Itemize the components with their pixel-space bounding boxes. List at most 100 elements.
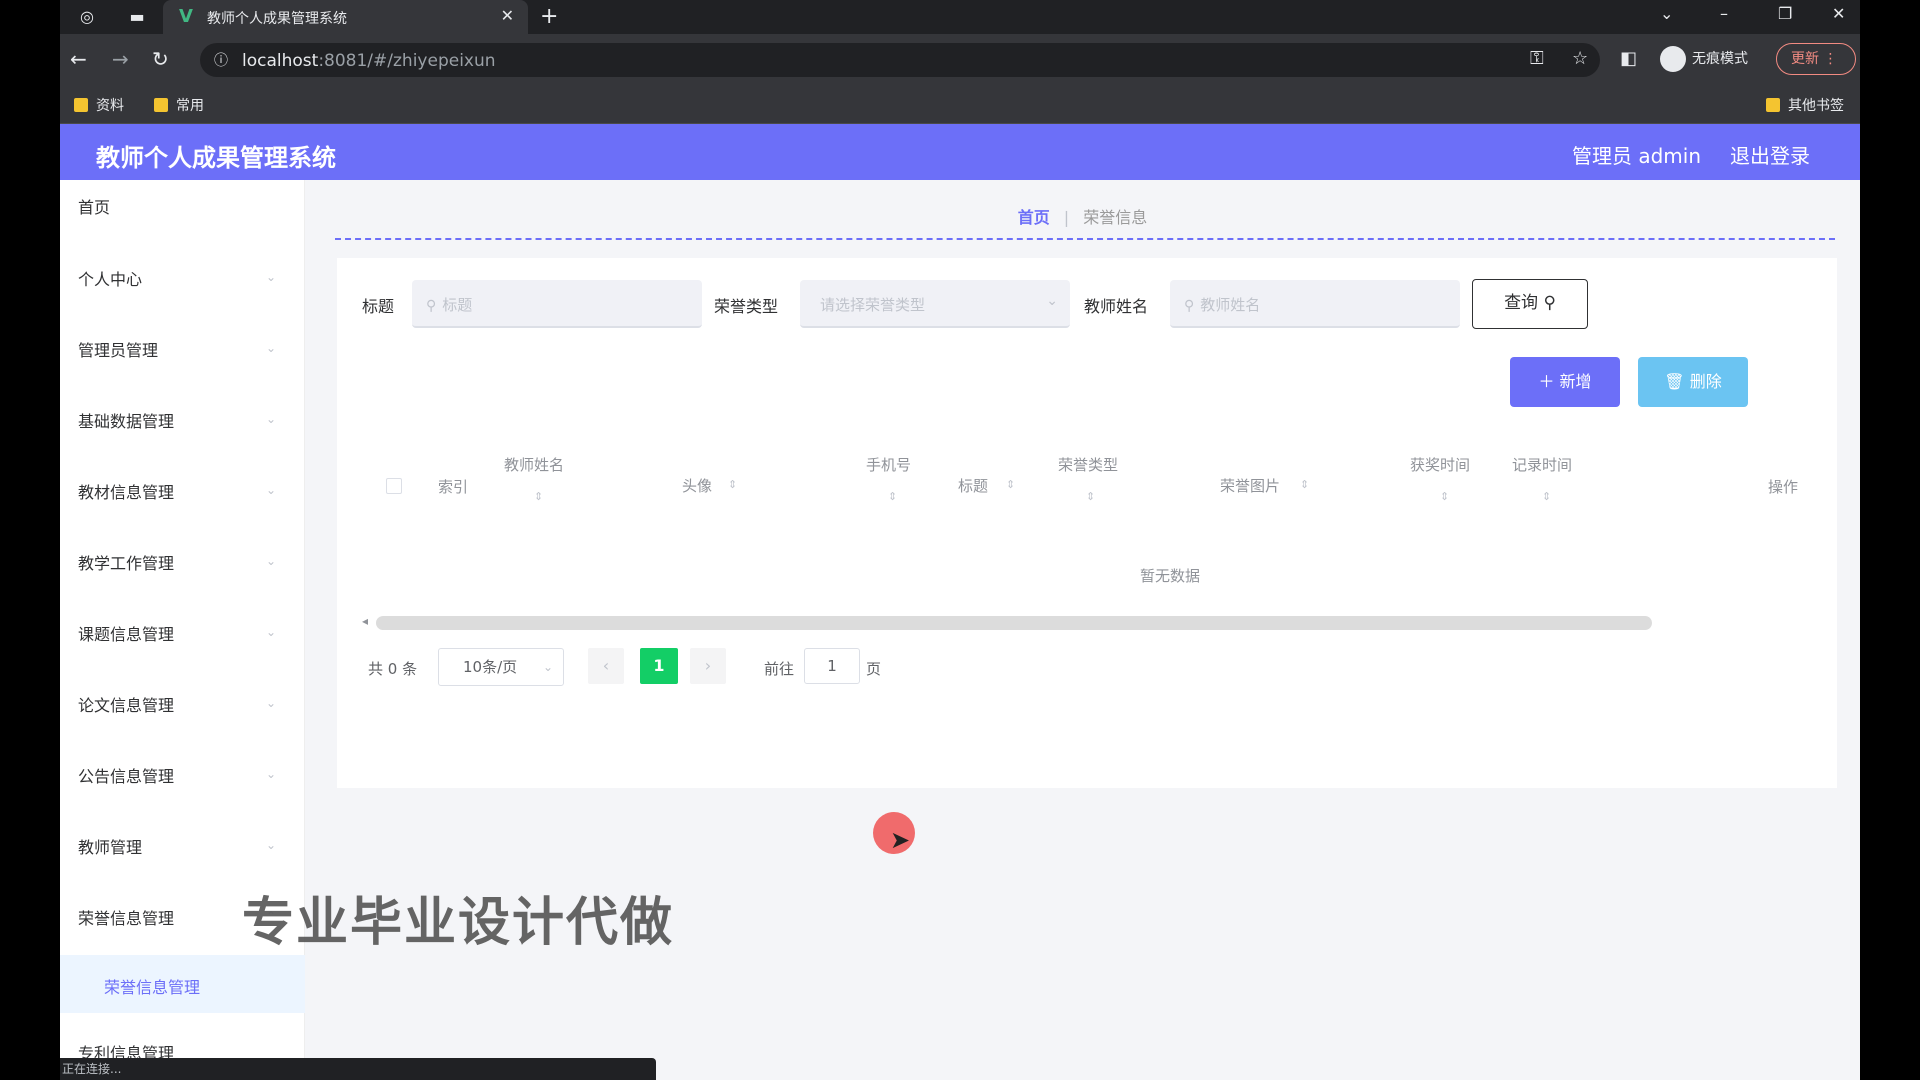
chevron-down-icon: ⌄: [266, 767, 277, 781]
update-button[interactable]: 更新 ⋮: [1776, 43, 1856, 75]
sidebar-item-notice[interactable]: 公告信息管理: [78, 763, 174, 787]
close-tab-icon[interactable]: ✕: [501, 6, 514, 25]
type-select[interactable]: 请选择荣誉类型 ⌄: [800, 280, 1070, 328]
chevron-down-icon: ⌄: [266, 838, 277, 852]
breadcrumb: 首页 ❘ 荣誉信息: [305, 204, 1860, 228]
mouse-cursor-icon: ➤: [890, 826, 911, 854]
sort-icon[interactable]: ⇕: [1542, 490, 1551, 503]
column-header[interactable]: 获奖时间: [1410, 454, 1470, 475]
next-page-button[interactable]: ›: [690, 648, 726, 684]
scroll-left-icon[interactable]: ◂: [362, 614, 368, 628]
chevron-down-icon: ⌄: [266, 696, 277, 710]
add-button[interactable]: ＋ 新增: [1510, 357, 1620, 407]
column-header[interactable]: 荣誉图片: [1220, 475, 1280, 496]
teacher-placeholder: 教师姓名: [1200, 296, 1261, 314]
incognito-indicator[interactable]: 无痕模式: [1660, 46, 1748, 72]
chevron-down-icon: ⌄: [542, 660, 553, 674]
page-size-value: 10条/页: [463, 658, 518, 676]
bookmark-label: 资料: [96, 98, 124, 114]
bookmark-star-icon[interactable]: ☆: [1572, 48, 1588, 69]
restore-icon[interactable]: ❐: [1778, 4, 1792, 23]
letterbox-left: [0, 0, 60, 1080]
sidebar-item-admin[interactable]: 管理员管理: [78, 337, 158, 361]
sort-icon[interactable]: ⇕: [1006, 478, 1015, 491]
sort-icon[interactable]: ⇕: [534, 490, 543, 503]
url-input[interactable]: ⓘ localhost:8081/#/zhiyepeixun: [200, 43, 1600, 77]
tab-search-icon[interactable]: ⌄: [1660, 4, 1673, 23]
sidebar-item-project[interactable]: 课题信息管理: [78, 621, 174, 645]
column-header[interactable]: 记录时间: [1512, 454, 1572, 475]
sort-icon[interactable]: ⇕: [1440, 490, 1449, 503]
type-placeholder: 请选择荣誉类型: [820, 296, 926, 314]
chevron-down-icon: ⌄: [266, 483, 277, 497]
column-header[interactable]: 手机号: [866, 454, 911, 475]
breadcrumb-home[interactable]: 首页: [1018, 208, 1050, 227]
column-header[interactable]: 教师姓名: [504, 454, 564, 475]
chevron-right-icon: ›: [704, 656, 712, 675]
other-bookmarks[interactable]: 其他书签: [1766, 95, 1844, 115]
new-tab-icon[interactable]: +: [540, 4, 558, 29]
teacher-input[interactable]: ⚲ 教师姓名: [1170, 280, 1460, 328]
column-header[interactable]: 荣誉类型: [1058, 454, 1118, 475]
goto-page-input[interactable]: 1: [804, 648, 860, 684]
active-tab[interactable]: V 教师个人成果管理系统 ✕: [163, 0, 528, 34]
forward-icon[interactable]: →: [112, 46, 129, 72]
tab-group-icon[interactable]: ▬: [126, 6, 148, 28]
sidebar-item-paper[interactable]: 论文信息管理: [78, 692, 174, 716]
sidebar-item-profile[interactable]: 个人中心: [78, 266, 142, 290]
sidebar-item-honor[interactable]: 荣誉信息管理: [78, 905, 174, 929]
delete-label: 删除: [1689, 372, 1722, 391]
tab-title: 教师个人成果管理系统: [207, 11, 347, 27]
minimize-icon[interactable]: –: [1720, 4, 1728, 23]
sort-icon[interactable]: ⇕: [728, 478, 737, 491]
trash-icon: 🗑: [1664, 372, 1685, 391]
delete-button[interactable]: 🗑 删除: [1638, 357, 1748, 407]
column-header[interactable]: 头像: [682, 475, 712, 496]
status-bar: 正在连接...: [60, 1058, 656, 1080]
back-icon[interactable]: ←: [70, 46, 87, 72]
incognito-label: 无痕模式: [1692, 51, 1748, 67]
title-input[interactable]: ⚲ 标题: [412, 280, 702, 328]
bookmark-folder[interactable]: 常用: [154, 95, 204, 115]
close-window-icon[interactable]: ✕: [1832, 4, 1845, 23]
prev-page-button[interactable]: ‹: [588, 648, 624, 684]
divider: [335, 238, 1835, 240]
page-number-current[interactable]: 1: [640, 648, 678, 684]
watermark-text: 专业毕业设计代做: [242, 893, 675, 953]
query-button[interactable]: 查询 ⚲: [1472, 279, 1588, 329]
sidebar-item-basic-data[interactable]: 基础数据管理: [78, 408, 174, 432]
site-info-icon[interactable]: ⓘ: [214, 50, 228, 70]
select-all-checkbox[interactable]: [386, 478, 402, 494]
browser-window: ◎ ▬ V 教师个人成果管理系统 ✕ + ⌄ – ❐ ✕ ← → ↻ ⓘ loc…: [60, 0, 1860, 1080]
key-icon[interactable]: ⚿: [1530, 48, 1544, 69]
sort-icon[interactable]: ⇕: [1300, 478, 1309, 491]
chevron-down-icon: ⌄: [266, 625, 277, 639]
content-panel: [337, 258, 1837, 788]
url-host: localhost: [242, 51, 319, 71]
goto-prefix: 前往: [764, 660, 795, 678]
reload-icon[interactable]: ↻: [152, 46, 169, 72]
page-size-select[interactable]: 10条/页 ⌄: [438, 648, 564, 686]
folder-icon: [1766, 98, 1780, 112]
scrollbar-thumb[interactable]: [376, 616, 1652, 630]
horizontal-scrollbar[interactable]: ◂ ▸: [362, 614, 1860, 630]
sidebar-item-home[interactable]: 首页: [78, 194, 110, 218]
teacher-label: 教师姓名: [1084, 297, 1149, 316]
bookmark-folder[interactable]: 资料: [74, 95, 124, 115]
breadcrumb-separator-icon: ❘: [1059, 208, 1074, 227]
folder-icon: [74, 98, 88, 112]
chevron-down-icon: ⌄: [266, 341, 277, 355]
sort-icon[interactable]: ⇕: [888, 490, 897, 503]
sort-icon[interactable]: ⇕: [1086, 490, 1095, 503]
address-bar: ← → ↻ ⓘ localhost:8081/#/zhiyepeixun ⚿ ☆…: [60, 34, 1860, 86]
plus-icon: ＋: [1538, 372, 1555, 391]
side-panel-icon[interactable]: ◧: [1620, 48, 1637, 69]
column-header[interactable]: 标题: [958, 475, 988, 496]
sidebar-subitem-honor-manage[interactable]: 荣誉信息管理: [104, 974, 200, 998]
goto-suffix: 页: [866, 660, 882, 678]
sidebar-item-textbook[interactable]: 教材信息管理: [78, 479, 174, 503]
browser-logo-icon[interactable]: ◎: [76, 6, 98, 28]
sidebar-item-teacher[interactable]: 教师管理: [78, 834, 142, 858]
chevron-down-icon: ⌄: [266, 412, 277, 426]
logout-link[interactable]: 退出登录: [1730, 140, 1810, 169]
